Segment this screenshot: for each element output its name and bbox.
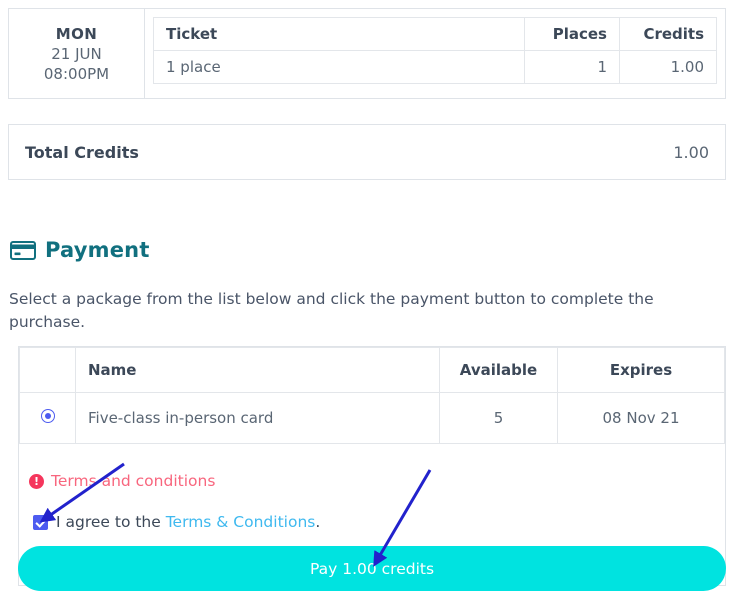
payment-heading-text: Payment	[45, 238, 150, 262]
total-credits-value: 1.00	[673, 142, 709, 162]
package-expires-cell: 08 Nov 21	[557, 392, 725, 444]
ticket-cell-credits: 1.00	[619, 50, 717, 84]
booking-date-cell: MON 21 JUN 08:00PM	[9, 9, 145, 98]
package-name-cell: Five-class in-person card	[75, 392, 440, 444]
packages-header-expires: Expires	[557, 347, 725, 393]
packages-table: Name Available Expires Five-class in-per…	[19, 347, 725, 444]
table-row[interactable]: Five-class in-person card 5 08 Nov 21	[19, 392, 725, 444]
credit-card-icon	[10, 240, 36, 260]
ticket-header-places: Places	[524, 17, 620, 51]
total-credits-card: Total Credits 1.00	[8, 124, 726, 180]
terms-warning: ! Terms and conditions	[29, 472, 215, 490]
terms-agree-prefix: I agree to the	[56, 513, 166, 531]
ticket-cell-name: 1 place	[153, 50, 525, 84]
terms-agree-checkbox[interactable]	[33, 514, 48, 530]
terms-agree-suffix: .	[315, 513, 321, 531]
package-radio-button[interactable]	[40, 409, 55, 423]
booking-summary-card: MON 21 JUN 08:00PM Ticket Places Credits…	[8, 8, 726, 99]
pay-button[interactable]: Pay 1.00 credits	[18, 546, 726, 591]
ticket-header-ticket: Ticket	[153, 17, 525, 51]
terms-warning-text: Terms and conditions	[51, 472, 216, 490]
package-select-cell[interactable]	[19, 392, 76, 444]
ticket-table-row: 1 place 1 1.00	[153, 50, 717, 84]
packages-header-name: Name	[75, 347, 440, 393]
terms-agree-label: I agree to the Terms & Conditions.	[56, 513, 320, 531]
payment-section-heading: Payment	[10, 238, 150, 262]
terms-conditions-link[interactable]: Terms & Conditions	[166, 513, 316, 531]
packages-header-select	[19, 347, 76, 393]
terms-agreement-row[interactable]: I agree to the Terms & Conditions.	[33, 513, 320, 531]
exclamation-circle-icon: !	[29, 473, 44, 489]
package-available-cell: 5	[439, 392, 558, 444]
total-credits-label: Total Credits	[25, 142, 139, 162]
booking-day-of-week: MON	[55, 24, 98, 43]
booking-date: 21 JUN	[51, 44, 102, 63]
packages-header-available: Available	[439, 347, 558, 393]
packages-header-row: Name Available Expires	[19, 347, 725, 393]
ticket-table-wrapper: Ticket Places Credits 1 place 1 1.00	[145, 9, 725, 98]
booking-time: 08:00PM	[43, 64, 110, 83]
ticket-header-credits: Credits	[619, 17, 717, 51]
payment-description: Select a package from the list below and…	[9, 290, 654, 331]
ticket-table: Ticket Places Credits 1 place 1 1.00	[153, 17, 717, 84]
ticket-table-header-row: Ticket Places Credits	[153, 17, 717, 51]
ticket-cell-places: 1	[524, 50, 620, 84]
